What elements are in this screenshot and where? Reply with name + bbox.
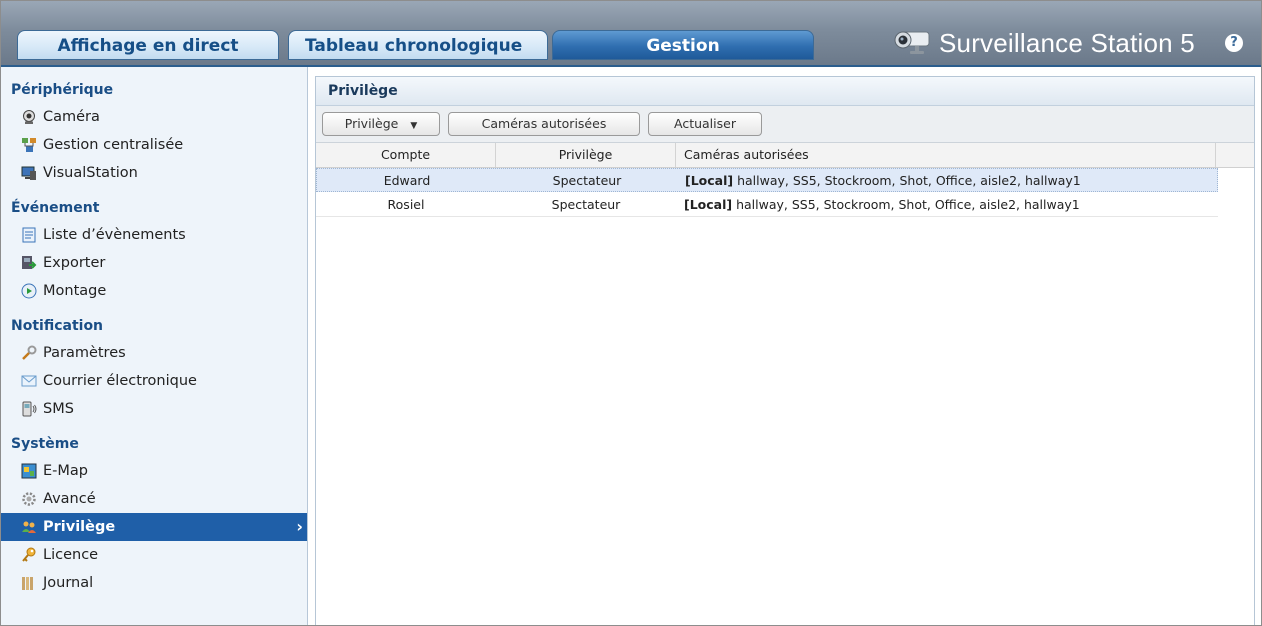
network-icon <box>21 137 37 153</box>
sidebar-item-label: Paramètres <box>43 345 126 361</box>
authorized-cameras-button[interactable]: Caméras autorisées <box>448 112 640 136</box>
sms-icon <box>21 401 37 417</box>
section-peripherique: Périphérique <box>11 82 114 98</box>
privilege-dropdown[interactable]: Privilège ▼ <box>322 112 440 136</box>
sidebar-item-label: Exporter <box>43 255 106 271</box>
camera-icon <box>21 109 37 125</box>
event-list-icon <box>21 227 37 243</box>
sidebar-item-centralized-management[interactable]: Gestion centralisée <box>1 131 307 159</box>
top-header: Affichage en direct Tableau chronologiqu… <box>1 1 1261 67</box>
toolbar: Privilège ▼ Caméras autorisées Actualise… <box>316 106 1254 143</box>
tab-management[interactable]: Gestion <box>552 30 814 60</box>
sidebar-item-label: Privilège <box>43 519 116 535</box>
sidebar-item-log[interactable]: Journal <box>1 569 307 597</box>
chevron-right-icon: › <box>296 517 303 536</box>
account-cell: Edward <box>383 173 431 188</box>
log-icon <box>21 575 37 591</box>
privilege-panel: Privilège Privilège ▼ Caméras autorisées… <box>315 76 1255 625</box>
sidebar-item-label: Avancé <box>43 491 96 507</box>
sidebar-item-label: Journal <box>43 575 94 591</box>
table-row[interactable]: Edward Spectateur [Local] hallway, SS5, … <box>316 168 1218 192</box>
key-icon <box>21 547 37 563</box>
wrench-icon <box>21 345 37 361</box>
users-icon <box>21 519 37 535</box>
sidebar-item-label: SMS <box>43 401 74 417</box>
sidebar-item-settings[interactable]: Paramètres <box>1 339 307 367</box>
sidebar-item-privilege[interactable]: Privilège › <box>1 513 307 541</box>
sidebar-item-label: Liste d’évènements <box>43 227 186 243</box>
gear-icon <box>21 491 37 507</box>
sidebar-item-label: VisualStation <box>43 165 138 181</box>
montage-icon <box>21 283 37 299</box>
sidebar-item-label: Caméra <box>43 109 100 125</box>
dropdown-arrow-icon: ▼ <box>410 121 418 131</box>
sidebar-item-label: Licence <box>43 547 99 563</box>
sidebar-item-label: Gestion centralisée <box>43 137 184 153</box>
sidebar: Périphérique Caméra Gestion centralisée … <box>1 67 308 625</box>
cameras-cell: [Local] hallway, SS5, Stockroom, Shot, O… <box>685 169 1215 193</box>
sidebar-item-label: Montage <box>43 283 107 299</box>
sidebar-item-license[interactable]: Licence <box>1 541 307 569</box>
sidebar-item-sms[interactable]: SMS <box>1 395 307 423</box>
cameras-cell: [Local] hallway, SS5, Stockroom, Shot, O… <box>684 193 1214 217</box>
export-icon <box>21 255 37 271</box>
section-evenement: Événement <box>11 200 100 216</box>
sidebar-item-advanced[interactable]: Avancé <box>1 485 307 513</box>
page-title: Privilège <box>316 77 1254 106</box>
mail-icon <box>21 373 37 389</box>
camera-list: hallway, SS5, Stockroom, Shot, Office, a… <box>732 197 1080 212</box>
brand: Surveillance Station 5 <box>891 25 1195 61</box>
section-notification: Notification <box>11 318 104 334</box>
sidebar-item-camera[interactable]: Caméra <box>1 103 307 131</box>
table-header: Compte Privilège Caméras autorisées <box>316 143 1254 168</box>
column-header-privilege[interactable]: Privilège <box>496 143 676 167</box>
sidebar-item-label: E-Map <box>43 463 88 479</box>
tab-live-view[interactable]: Affichage en direct <box>17 30 279 60</box>
visualstation-icon <box>21 165 37 181</box>
refresh-button[interactable]: Actualiser <box>648 112 762 136</box>
map-icon <box>21 463 37 479</box>
sidebar-item-export[interactable]: Exporter <box>1 249 307 277</box>
tab-timeline[interactable]: Tableau chronologique <box>288 30 548 60</box>
help-button[interactable]: ? <box>1225 34 1243 52</box>
account-cell: Rosiel <box>387 197 425 212</box>
sidebar-item-visualstation[interactable]: VisualStation <box>1 159 307 187</box>
column-header-cameras[interactable]: Caméras autorisées <box>676 143 1216 167</box>
section-systeme: Système <box>11 436 79 452</box>
app-title: Surveillance Station 5 <box>939 27 1195 58</box>
security-camera-icon <box>891 28 935 58</box>
column-header-account[interactable]: Compte <box>316 143 496 167</box>
sidebar-item-label: Courrier électronique <box>43 373 197 389</box>
privilege-cell: Spectateur <box>551 197 621 212</box>
scope-label: [Local] <box>685 173 734 188</box>
camera-list: hallway, SS5, Stockroom, Shot, Office, a… <box>733 173 1081 188</box>
sidebar-item-email[interactable]: Courrier électronique <box>1 367 307 395</box>
privilege-dropdown-label: Privilège <box>344 116 399 131</box>
scope-label: [Local] <box>684 197 733 212</box>
table-row[interactable]: Rosiel Spectateur [Local] hallway, SS5, … <box>316 193 1218 217</box>
sidebar-item-montage[interactable]: Montage <box>1 277 307 305</box>
app-window: Affichage en direct Tableau chronologiqu… <box>0 0 1262 626</box>
sidebar-item-event-list[interactable]: Liste d’évènements <box>1 221 307 249</box>
privilege-cell: Spectateur <box>552 173 622 188</box>
sidebar-item-emap[interactable]: E-Map <box>1 457 307 485</box>
